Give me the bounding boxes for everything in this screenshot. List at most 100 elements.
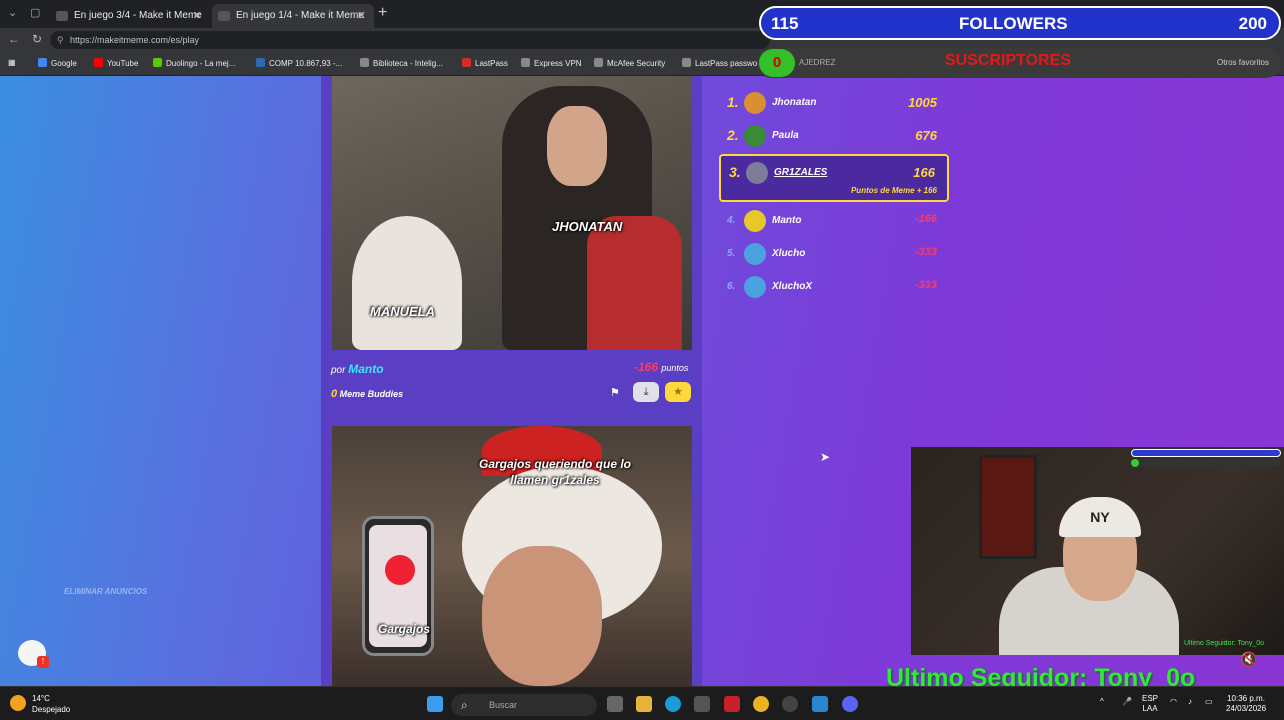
followers-goal: 200 [1238,14,1267,33]
obs-icon[interactable] [782,696,798,712]
other-bookmarks[interactable]: Otros favoritos [1217,58,1269,67]
leaderboard-row-current-player: 3. GR1ZALES 166 Puntos de Meme + 166 [719,154,949,202]
game-page: JHONATAN MANUELA por Manto -166 puntos 0… [0,76,1284,686]
bookmark-label: Biblioteca - Intelig... [373,59,443,68]
player-name: Jhonatan [772,97,817,108]
tab-search-icon[interactable]: ⌄ [8,6,17,19]
back-arrow-icon[interactable]: ← [8,32,20,46]
bookmark-label: Express VPN [534,59,582,68]
reload-icon[interactable]: ↻ [32,32,42,46]
bookmark-youtube[interactable]: YouTube [94,58,138,68]
wifi-icon[interactable]: ◠ [1170,697,1177,707]
meme-score: -166 puntos [634,360,688,374]
rank: 5. [727,248,736,259]
player-points: -333 [914,279,937,291]
site-info-icon[interactable]: ⚲ [57,31,64,49]
url-field[interactable]: ⚲ https://makeitmeme.com/es/play [50,31,770,49]
clock-date: 24/03/2026 [1226,704,1267,713]
new-tab-plus-icon[interactable]: + [378,4,387,22]
bookmark-expressvpn[interactable]: Express VPN [521,58,582,68]
chat-bubble-button[interactable]: ! [18,640,49,668]
bookmark-label: Google [51,59,77,68]
buddies-count: 0 [331,388,338,400]
bookmark-lastpass-passwords[interactable]: LastPass passwo... [682,58,764,68]
meme-buddies: 0 Meme Buddies [331,388,403,400]
globe-icon [594,58,603,67]
rank: 3. [729,164,741,180]
language-indicator[interactable]: ESP LAA [1142,694,1158,714]
apps-grid-icon[interactable]: ▦ [8,58,16,67]
volume-icon[interactable]: ♪ [1188,697,1192,707]
avatar [744,276,766,298]
download-button[interactable]: ⤓ [633,382,659,402]
tab-label: En juego 3/4 - Make it Meme [74,10,202,21]
leaderboard-row: 6. XluchoX -333 [719,270,949,303]
globe-icon [682,58,691,67]
photos-icon[interactable] [812,696,828,712]
tray-expand-icon[interactable]: ^ [1100,697,1104,707]
edge-icon[interactable] [665,696,681,712]
bookmark-google[interactable]: Google [38,58,77,68]
app-red-icon[interactable] [724,696,740,712]
dog-figure [352,216,462,350]
meme-image-1: JHONATAN MANUELA [332,76,692,350]
followers-count: 115 [771,14,799,33]
face-figure [482,546,602,686]
score-unit: puntos [661,363,689,373]
lang-code: ESP [1142,694,1159,703]
meme-points-gain: Puntos de Meme + 166 [850,186,937,195]
buddies-label: Meme Buddies [339,389,404,399]
taskbar-search[interactable]: ⌕ Buscar [451,694,597,716]
author-prefix: por [331,365,346,376]
bookmark-lastpass[interactable]: LastPass [462,58,508,68]
bookmark-label: LastPass [475,59,508,68]
workspaces-icon[interactable]: ▢ [30,6,40,19]
tab-2[interactable]: En juego 1/4 - Make it Meme ✕ [212,4,374,28]
moon-weather-icon [10,695,26,711]
microphone-icon[interactable]: 🎤 [1122,697,1132,707]
remove-ads-link-left[interactable]: ELIMINAR ANUNCIOS [64,587,147,596]
toad-icon [385,555,415,585]
weather-widget[interactable]: 14°C Despejado [10,693,70,715]
clock-time: 10:36 p.m. [1227,694,1265,703]
close-icon[interactable]: ✕ [193,6,202,26]
bookmark-label: LastPass passwo... [695,59,764,68]
notification-badge-icon: ! [37,656,49,668]
cam-last-follower: Ultimo Seguidor: Tony_0o [1183,640,1264,647]
tab-favicon-icon [218,11,230,21]
meme-caption-girl: JHONATAN [552,219,623,234]
store-icon[interactable] [694,696,710,712]
ajedrez-bookmark[interactable]: AJEDREZ [799,58,835,67]
meme-caption-dog: MANUELA [370,304,435,319]
player-name: Manto [772,215,802,226]
tab-1[interactable]: En juego 3/4 - Make it Meme ✕ [50,4,210,28]
star-button[interactable]: ★ [665,382,691,402]
discord-icon[interactable] [842,696,858,712]
close-icon[interactable]: ✕ [357,6,366,26]
mouse-cursor-icon: ➤ [820,450,831,464]
battery-icon[interactable]: ▭ [1205,697,1213,707]
bookmark-label: Duolingo - La mej... [166,59,236,68]
ny-cap-logo: NY [1059,497,1141,537]
subscribers-bar: 0 AJEDREZ SUSCRIPTORES Otros favoritos [757,48,1281,78]
player-points: 676 [915,128,937,143]
chrome-icon[interactable] [753,696,769,712]
leaderboard-row: 2. Paula 676 [719,119,949,152]
windows-start-icon[interactable] [427,696,443,712]
wall-poster [979,455,1037,559]
clock[interactable]: 10:36 p.m. 24/03/2026 [1226,694,1266,714]
mini-subs-bar [1131,459,1281,467]
bookmark-duolingo[interactable]: Duolingo - La mej... [153,58,235,68]
task-view-icon[interactable] [607,696,623,712]
bookmark-comp[interactable]: COMP 10.867,93 -... [256,58,342,68]
file-explorer-icon[interactable] [636,696,652,712]
leaderboard-row: 1. Jhonatan 1005 [719,86,949,119]
mute-speaker-icon[interactable]: 🔇 [1240,651,1257,668]
report-flag-icon[interactable]: ⚑ [610,386,620,399]
player-name: GR1ZALES [774,167,828,178]
avatar [744,210,766,232]
bookmark-biblioteca[interactable]: Biblioteca - Intelig... [360,58,443,68]
search-icon: ⌕ [461,698,468,712]
mini-followers-bar [1131,449,1281,457]
bookmark-mcafee[interactable]: McAfee Security [594,58,665,68]
